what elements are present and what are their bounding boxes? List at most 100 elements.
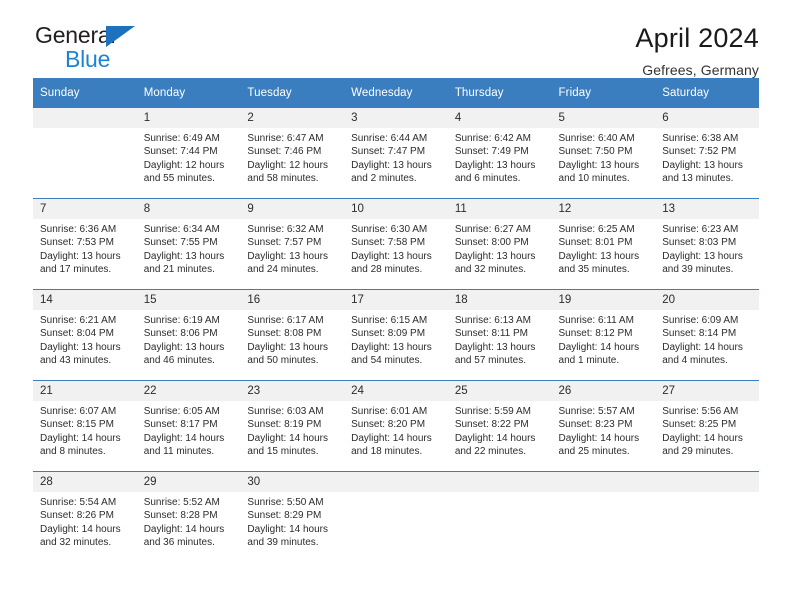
day-cell[interactable]: 9 Sunrise: 6:32 AM Sunset: 7:57 PM Dayli… [240, 198, 345, 290]
sunrise-text: Sunrise: 6:03 AM [247, 406, 324, 417]
sunset-text: Sunset: 8:29 PM [247, 510, 322, 522]
day-cell[interactable]: 23 Sunrise: 6:03 AM Sunset: 8:19 PM Dayl… [240, 380, 345, 472]
weekday-header-thursday: Thursday [447, 78, 552, 108]
day-cell[interactable]: 29 Sunrise: 5:52 AM Sunset: 8:28 PM Dayl… [136, 470, 241, 550]
day-cell[interactable]: 17 Sunrise: 6:15 AM Sunset: 8:09 PM Dayl… [344, 289, 448, 381]
sunrise-text: Sunrise: 5:59 AM [454, 406, 531, 417]
day-cell[interactable]: 25 Sunrise: 5:59 AM Sunset: 8:22 PM Dayl… [447, 380, 552, 472]
week-row: 14 Sunrise: 6:21 AM Sunset: 8:04 PM Dayl… [33, 289, 759, 381]
sunset-text: Sunset: 8:00 PM [454, 237, 529, 249]
day-cell[interactable]: 30 Sunrise: 5:50 AM Sunset: 8:29 PM Dayl… [240, 470, 345, 550]
week-row: 1 Sunrise: 6:49 AM Sunset: 7:44 PM Dayli… [33, 107, 759, 199]
sunset-text: Sunset: 8:03 PM [662, 237, 737, 249]
day-cell[interactable]: 12 Sunrise: 6:25 AM Sunset: 8:01 PM Dayl… [551, 198, 656, 290]
weekday-header-tuesday: Tuesday [240, 78, 345, 108]
day-cell[interactable]: 18 Sunrise: 6:13 AM Sunset: 8:11 PM Dayl… [447, 289, 552, 381]
daylight-text-line1: Daylight: 13 hours [558, 159, 640, 171]
sunset-text: Sunset: 8:22 PM [454, 419, 529, 431]
day-cell[interactable]: 11 Sunrise: 6:27 AM Sunset: 8:00 PM Dayl… [447, 198, 552, 290]
day-cell[interactable]: 21 Sunrise: 6:07 AM Sunset: 8:15 PM Dayl… [33, 380, 137, 472]
daylight-text-line1: Daylight: 13 hours [40, 341, 121, 353]
daylight-text-line2: and 10 minutes. [558, 173, 630, 185]
day-cell[interactable]: 7 Sunrise: 6:36 AM Sunset: 7:53 PM Dayli… [33, 198, 137, 290]
sunset-text: Sunset: 7:46 PM [247, 146, 322, 158]
day-number: 1 [136, 108, 241, 128]
sunrise-text: Sunrise: 6:13 AM [454, 315, 531, 326]
sunrise-text: Sunrise: 6:47 AM [247, 133, 324, 144]
day-number: 8 [136, 199, 241, 219]
day-number: 14 [33, 290, 137, 310]
day-cell[interactable]: 2 Sunrise: 6:47 AM Sunset: 7:46 PM Dayli… [240, 107, 345, 199]
day-cell[interactable]: 22 Sunrise: 6:05 AM Sunset: 8:17 PM Dayl… [136, 380, 241, 472]
day-number: 4 [447, 108, 552, 128]
day-number: 9 [240, 199, 345, 219]
daylight-text-line2: and 21 minutes. [143, 264, 215, 276]
sunrise-text: Sunrise: 6:32 AM [247, 224, 324, 235]
day-details: Sunrise: 6:42 AM Sunset: 7:49 PM Dayligh… [448, 128, 552, 186]
day-cell[interactable]: 19 Sunrise: 6:11 AM Sunset: 8:12 PM Dayl… [551, 289, 656, 381]
daylight-text-line1: Daylight: 14 hours [247, 432, 329, 444]
day-number: 21 [33, 381, 137, 401]
sunset-text: Sunset: 7:55 PM [143, 237, 218, 249]
day-cell[interactable]: 8 Sunrise: 6:34 AM Sunset: 7:55 PM Dayli… [136, 198, 241, 290]
day-cell[interactable]: 5 Sunrise: 6:40 AM Sunset: 7:50 PM Dayli… [551, 107, 656, 199]
daylight-text-line2: and 55 minutes. [143, 173, 215, 185]
day-cell[interactable]: 15 Sunrise: 6:19 AM Sunset: 8:06 PM Dayl… [136, 289, 241, 381]
day-number: 28 [33, 472, 137, 492]
day-details: Sunrise: 6:19 AM Sunset: 8:06 PM Dayligh… [137, 310, 241, 368]
day-number [33, 108, 137, 128]
day-cell[interactable]: 3 Sunrise: 6:44 AM Sunset: 7:47 PM Dayli… [344, 107, 448, 199]
sunrise-text: Sunrise: 5:54 AM [40, 497, 117, 508]
daylight-text-line1: Daylight: 13 hours [558, 250, 640, 262]
sunrise-text: Sunrise: 6:11 AM [558, 315, 634, 326]
sunrise-text: Sunrise: 6:36 AM [40, 224, 117, 235]
day-details: Sunrise: 6:44 AM Sunset: 7:47 PM Dayligh… [344, 128, 448, 186]
daylight-text-line2: and 17 minutes. [40, 264, 112, 276]
day-cell[interactable]: 26 Sunrise: 5:57 AM Sunset: 8:23 PM Dayl… [551, 380, 656, 472]
daylight-text-line1: Daylight: 13 hours [351, 250, 432, 262]
daylight-text-line1: Daylight: 14 hours [454, 432, 536, 444]
daylight-text-line2: and 28 minutes. [351, 264, 423, 276]
calendar-body: 1 Sunrise: 6:49 AM Sunset: 7:44 PM Dayli… [33, 107, 759, 550]
daylight-text-line2: and 29 minutes. [662, 446, 734, 458]
daylight-text-line2: and 32 minutes. [40, 537, 112, 549]
sunrise-text: Sunrise: 6:09 AM [662, 315, 739, 326]
daylight-text-line2: and 43 minutes. [40, 355, 112, 367]
day-number [344, 472, 448, 492]
sunset-text: Sunset: 8:12 PM [558, 328, 633, 340]
day-cell[interactable]: 10 Sunrise: 6:30 AM Sunset: 7:58 PM Dayl… [344, 198, 448, 290]
sunset-text: Sunset: 7:53 PM [40, 237, 114, 249]
sunset-text: Sunset: 8:25 PM [662, 419, 737, 431]
day-cell[interactable]: 13 Sunrise: 6:23 AM Sunset: 8:03 PM Dayl… [655, 198, 759, 290]
day-cell[interactable]: 20 Sunrise: 6:09 AM Sunset: 8:14 PM Dayl… [655, 289, 759, 381]
daylight-text-line2: and 54 minutes. [351, 355, 423, 367]
day-cell[interactable]: 27 Sunrise: 5:56 AM Sunset: 8:25 PM Dayl… [655, 380, 759, 472]
day-cell[interactable]: 16 Sunrise: 6:17 AM Sunset: 8:08 PM Dayl… [240, 289, 345, 381]
day-details: Sunrise: 6:23 AM Sunset: 8:03 PM Dayligh… [655, 219, 759, 277]
daylight-text-line1: Daylight: 14 hours [143, 432, 225, 444]
day-number: 26 [551, 381, 656, 401]
day-cell[interactable]: 24 Sunrise: 6:01 AM Sunset: 8:20 PM Dayl… [344, 380, 448, 472]
day-number: 25 [447, 381, 552, 401]
day-cell[interactable]: 1 Sunrise: 6:49 AM Sunset: 7:44 PM Dayli… [136, 107, 241, 199]
generalblue-logo[interactable]: General Blue [33, 22, 151, 74]
week-row: 28 Sunrise: 5:54 AM Sunset: 8:26 PM Dayl… [33, 470, 759, 550]
day-details: Sunrise: 5:52 AM Sunset: 8:28 PM Dayligh… [137, 492, 241, 550]
day-number: 29 [136, 472, 241, 492]
day-details: Sunrise: 6:07 AM Sunset: 8:15 PM Dayligh… [33, 401, 137, 459]
daylight-text-line1: Daylight: 13 hours [40, 250, 121, 262]
sunset-text: Sunset: 7:58 PM [351, 237, 426, 249]
day-cell[interactable]: 14 Sunrise: 6:21 AM Sunset: 8:04 PM Dayl… [33, 289, 137, 381]
daylight-text-line2: and 4 minutes. [662, 355, 728, 367]
daylight-text-line2: and 36 minutes. [143, 537, 215, 549]
day-details: Sunrise: 6:11 AM Sunset: 8:12 PM Dayligh… [552, 310, 656, 368]
page-title: April 2024 [635, 23, 759, 53]
day-details: Sunrise: 6:17 AM Sunset: 8:08 PM Dayligh… [240, 310, 344, 368]
day-cell[interactable]: 28 Sunrise: 5:54 AM Sunset: 8:26 PM Dayl… [33, 470, 137, 550]
day-cell[interactable]: 6 Sunrise: 6:38 AM Sunset: 7:52 PM Dayli… [655, 107, 759, 199]
day-number: 2 [240, 108, 345, 128]
day-cell[interactable]: 4 Sunrise: 6:42 AM Sunset: 7:49 PM Dayli… [447, 107, 552, 199]
day-details: Sunrise: 6:01 AM Sunset: 8:20 PM Dayligh… [344, 401, 448, 459]
daylight-text-line1: Daylight: 14 hours [351, 432, 432, 444]
daylight-text-line2: and 11 minutes. [143, 446, 215, 458]
